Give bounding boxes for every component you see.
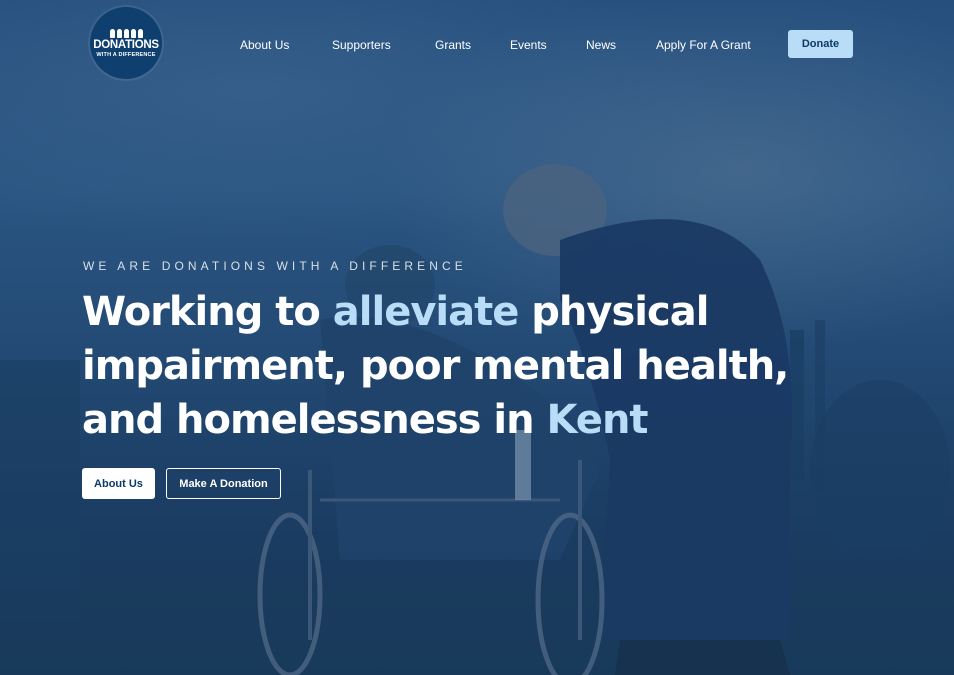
logo-main-text: DONATIONS <box>93 38 159 51</box>
nav-news[interactable]: News <box>586 38 616 52</box>
headline-accent-kent: Kent <box>546 397 649 443</box>
donate-button[interactable]: Donate <box>788 30 853 58</box>
logo[interactable]: DONATIONS WITH A DIFFERENCE <box>90 7 162 79</box>
nav-apply-for-a-grant[interactable]: Apply For A Grant <box>656 38 751 52</box>
hero-eyebrow: WE ARE DONATIONS WITH A DIFFERENCE <box>83 259 467 273</box>
hero-headline: Working to alleviate physical impairment… <box>82 285 802 447</box>
logo-people-icon <box>109 28 143 38</box>
about-us-button[interactable]: About Us <box>82 468 155 499</box>
nav-grants[interactable]: Grants <box>435 38 471 52</box>
headline-accent-alleviate: alleviate <box>332 289 520 335</box>
nav-supporters[interactable]: Supporters <box>332 38 391 52</box>
nav-about-us[interactable]: About Us <box>240 38 289 52</box>
nav-events[interactable]: Events <box>510 38 547 52</box>
headline-text-1: Working to <box>82 289 333 335</box>
logo-sub-text: WITH A DIFFERENCE <box>96 51 156 58</box>
make-a-donation-button[interactable]: Make A Donation <box>166 468 281 499</box>
